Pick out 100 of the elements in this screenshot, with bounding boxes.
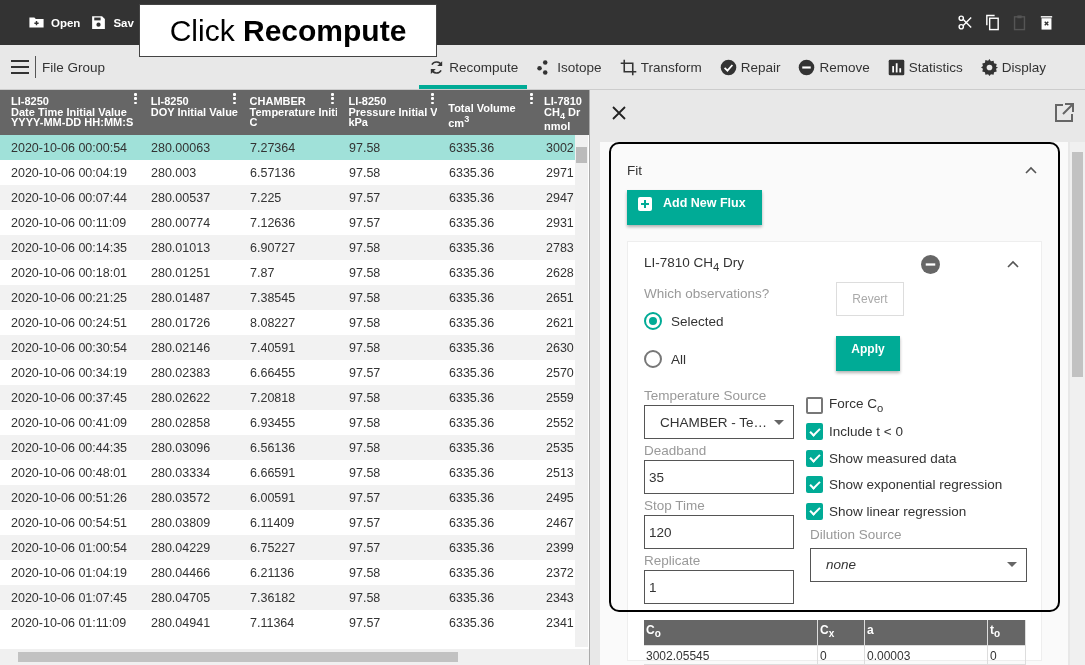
checkbox[interactable] [806,476,823,494]
vertical-scrollbar[interactable] [575,135,588,647]
table-cell-text: 2020-10-06 01:11:09 [10,615,128,630]
radio-label[interactable]: All [671,351,686,367]
table-cell: 3002.05545 [644,646,818,664]
table-cell-text: 2020-10-06 01:07:45 [10,590,129,605]
table-row[interactable]: 2020-10-06 00:30:54 280.02146 7.40591 97.58 6335.36 2630 [0,335,575,360]
table-cell-text: 97.57 [348,215,382,230]
dropdown[interactable]: CHAMBER - Te… [644,405,794,439]
table-row[interactable]: 2020-10-06 00:51:26 280.03572 6.00591 97.57 6335.36 2495 [0,485,575,510]
table-cell-text: 280.03096 [150,440,212,455]
save-button[interactable]: Sav [90,10,134,35]
dropdown[interactable]: none [810,547,1027,582]
table-cell-text: 7.27364 [249,140,297,155]
checkbox-label[interactable]: Show exponential regression [829,477,1003,493]
caret-icon [1007,562,1017,567]
kebab-menu-icon[interactable] [331,93,335,104]
table-row[interactable]: 2020-10-06 00:21:25 280.01487 7.38545 97.58 6335.36 2651 [0,285,575,310]
table-cell-text: 6.56136 [249,440,297,455]
table-row[interactable]: 2020-10-06 00:37:45 280.02622 7.20818 97.58 6335.36 2559 [0,385,575,410]
column-header[interactable]: LI-7810 CH$_{4}$ Dr nmol [544,96,582,132]
toolbar-tab[interactable]: Repair [710,45,790,89]
table-cell-text: 3002 [545,140,575,155]
column-header[interactable]: LI-8250 Pressure Initial V kPa [348,96,438,128]
vertical-scrollbar[interactable] [1070,142,1085,665]
table-cell-text: 280.04466 [150,565,212,580]
table-cell-text: 6.90727 [249,240,297,255]
table-cell-text: 2020-10-06 00:54:51 [10,515,129,530]
radio-button[interactable] [644,312,662,330]
table-cell-text: 2020-10-06 00:51:26 [10,490,129,505]
table-cell-text: 280.04705 [150,590,212,605]
table-cell-text: 97.58 [348,165,382,180]
table-cell-text: 97.57 [348,515,382,530]
toolbar-tab[interactable]: Isotope [527,45,611,89]
trash-icon[interactable] [1038,14,1055,31]
horizontal-scrollbar[interactable] [0,649,589,665]
checkbox-label[interactable]: Show measured data [829,450,957,466]
table-cell-text: 6335.36 [448,190,496,205]
flux-title: LI-7810 CH$_{4}$ Dry [644,255,746,273]
checkbox[interactable] [806,423,823,441]
close-icon[interactable] [612,105,626,120]
kebab-menu-icon[interactable] [431,93,435,104]
table-row[interactable]: 2020-10-06 00:07:44 280.00537 7.225 97.57 6335.36 2947 [0,185,575,210]
chevron-up-icon[interactable] [1007,260,1019,268]
menu-icon[interactable] [11,60,29,74]
popout-icon[interactable] [1054,102,1074,123]
toolbar-tab[interactable]: Transform [610,45,711,89]
file-group-label[interactable]: File Group [42,59,106,75]
table-cell-text: 280.02146 [150,340,212,355]
table-cell-text: 6335.36 [448,565,496,580]
column-header[interactable]: CHAMBER Temperature Initi C [249,96,338,128]
table-cell-text: 2020-10-06 00:18:01 [10,265,129,280]
scissors-icon[interactable] [957,14,974,31]
column-header[interactable]: LI-8250 Date Time Initial Value YYYY-MM-DD HH:MM:S [11,96,134,128]
table-row[interactable]: 2020-10-06 00:14:35 280.01013 6.90727 97.58 6335.36 2783 [0,235,575,260]
table-cell-text: 7.36182 [249,590,297,605]
checkbox[interactable] [806,502,823,520]
open-button[interactable]: Open [28,10,81,35]
checkbox[interactable] [806,396,823,414]
checkbox[interactable] [806,449,823,467]
table-cell-text: 2559 [545,390,575,405]
radio-button[interactable] [644,350,662,368]
input-field[interactable]: 35 [644,460,794,494]
copy-icon[interactable] [984,14,1001,31]
table-cell-text: 7.11364 [249,615,296,630]
column-header[interactable]: LI-8250 DOY Initial Value [150,96,238,117]
table-cell-text: 7.87 [249,265,276,280]
table-cell-text: 6335.36 [448,265,496,280]
callout: Click Recompute [139,4,437,57]
checkbox-label[interactable]: Show linear regression [829,503,967,519]
chevron-up-icon[interactable] [1025,166,1037,174]
table-cell-text: 2552 [545,415,575,430]
column-header[interactable]: Total Volume cm$^{3}$ [448,103,516,128]
kebab-menu-icon[interactable] [530,93,534,104]
table-cell-text: 97.57 [348,190,382,205]
radio-label[interactable]: Selected [671,313,724,329]
field-label: Deadband [644,443,708,460]
table-row[interactable]: 2020-10-06 00:00:54 280.00063 7.27364 97.58 6335.36 3002 [0,135,575,160]
toolbar-tab[interactable]: Display [971,45,1055,89]
kebab-menu-icon[interactable] [232,93,236,104]
checkbox-label[interactable]: Force C$_{o}$ [829,396,884,415]
input-field[interactable]: 120 [644,515,794,549]
table-row[interactable]: 2020-10-06 00:44:35 280.03096 6.56136 97.58 6335.36 2535 [0,435,575,460]
table-row[interactable]: 2020-10-06 01:07:45 280.04705 7.36182 97.58 6335.36 2343 [0,585,575,610]
kebab-menu-icon[interactable] [133,93,137,104]
toolbar-tab[interactable]: Statistics [878,45,972,89]
table-cell-text: 2343 [545,590,575,605]
table-cell: 0 [988,646,1026,664]
table-cell-text: 97.58 [348,290,382,305]
table-row[interactable]: 2020-10-06 01:00:54 280.04229 6.75227 97.57 6335.36 2399 [0,535,575,560]
toolbar-tab[interactable]: Remove [789,45,879,89]
bar-chart-icon [887,58,905,76]
table-cell-text: 6335.36 [448,240,496,255]
table-cell-text: 97.57 [348,490,382,505]
field-label: Temperature Source [644,388,768,405]
minus-circle-icon [798,58,816,76]
table-cell-text: 280.01726 [150,315,212,330]
table-cell-text: 2971 [545,165,575,180]
checkbox-label[interactable]: Include t < 0 [829,424,903,440]
input-field[interactable]: 1 [644,570,794,604]
